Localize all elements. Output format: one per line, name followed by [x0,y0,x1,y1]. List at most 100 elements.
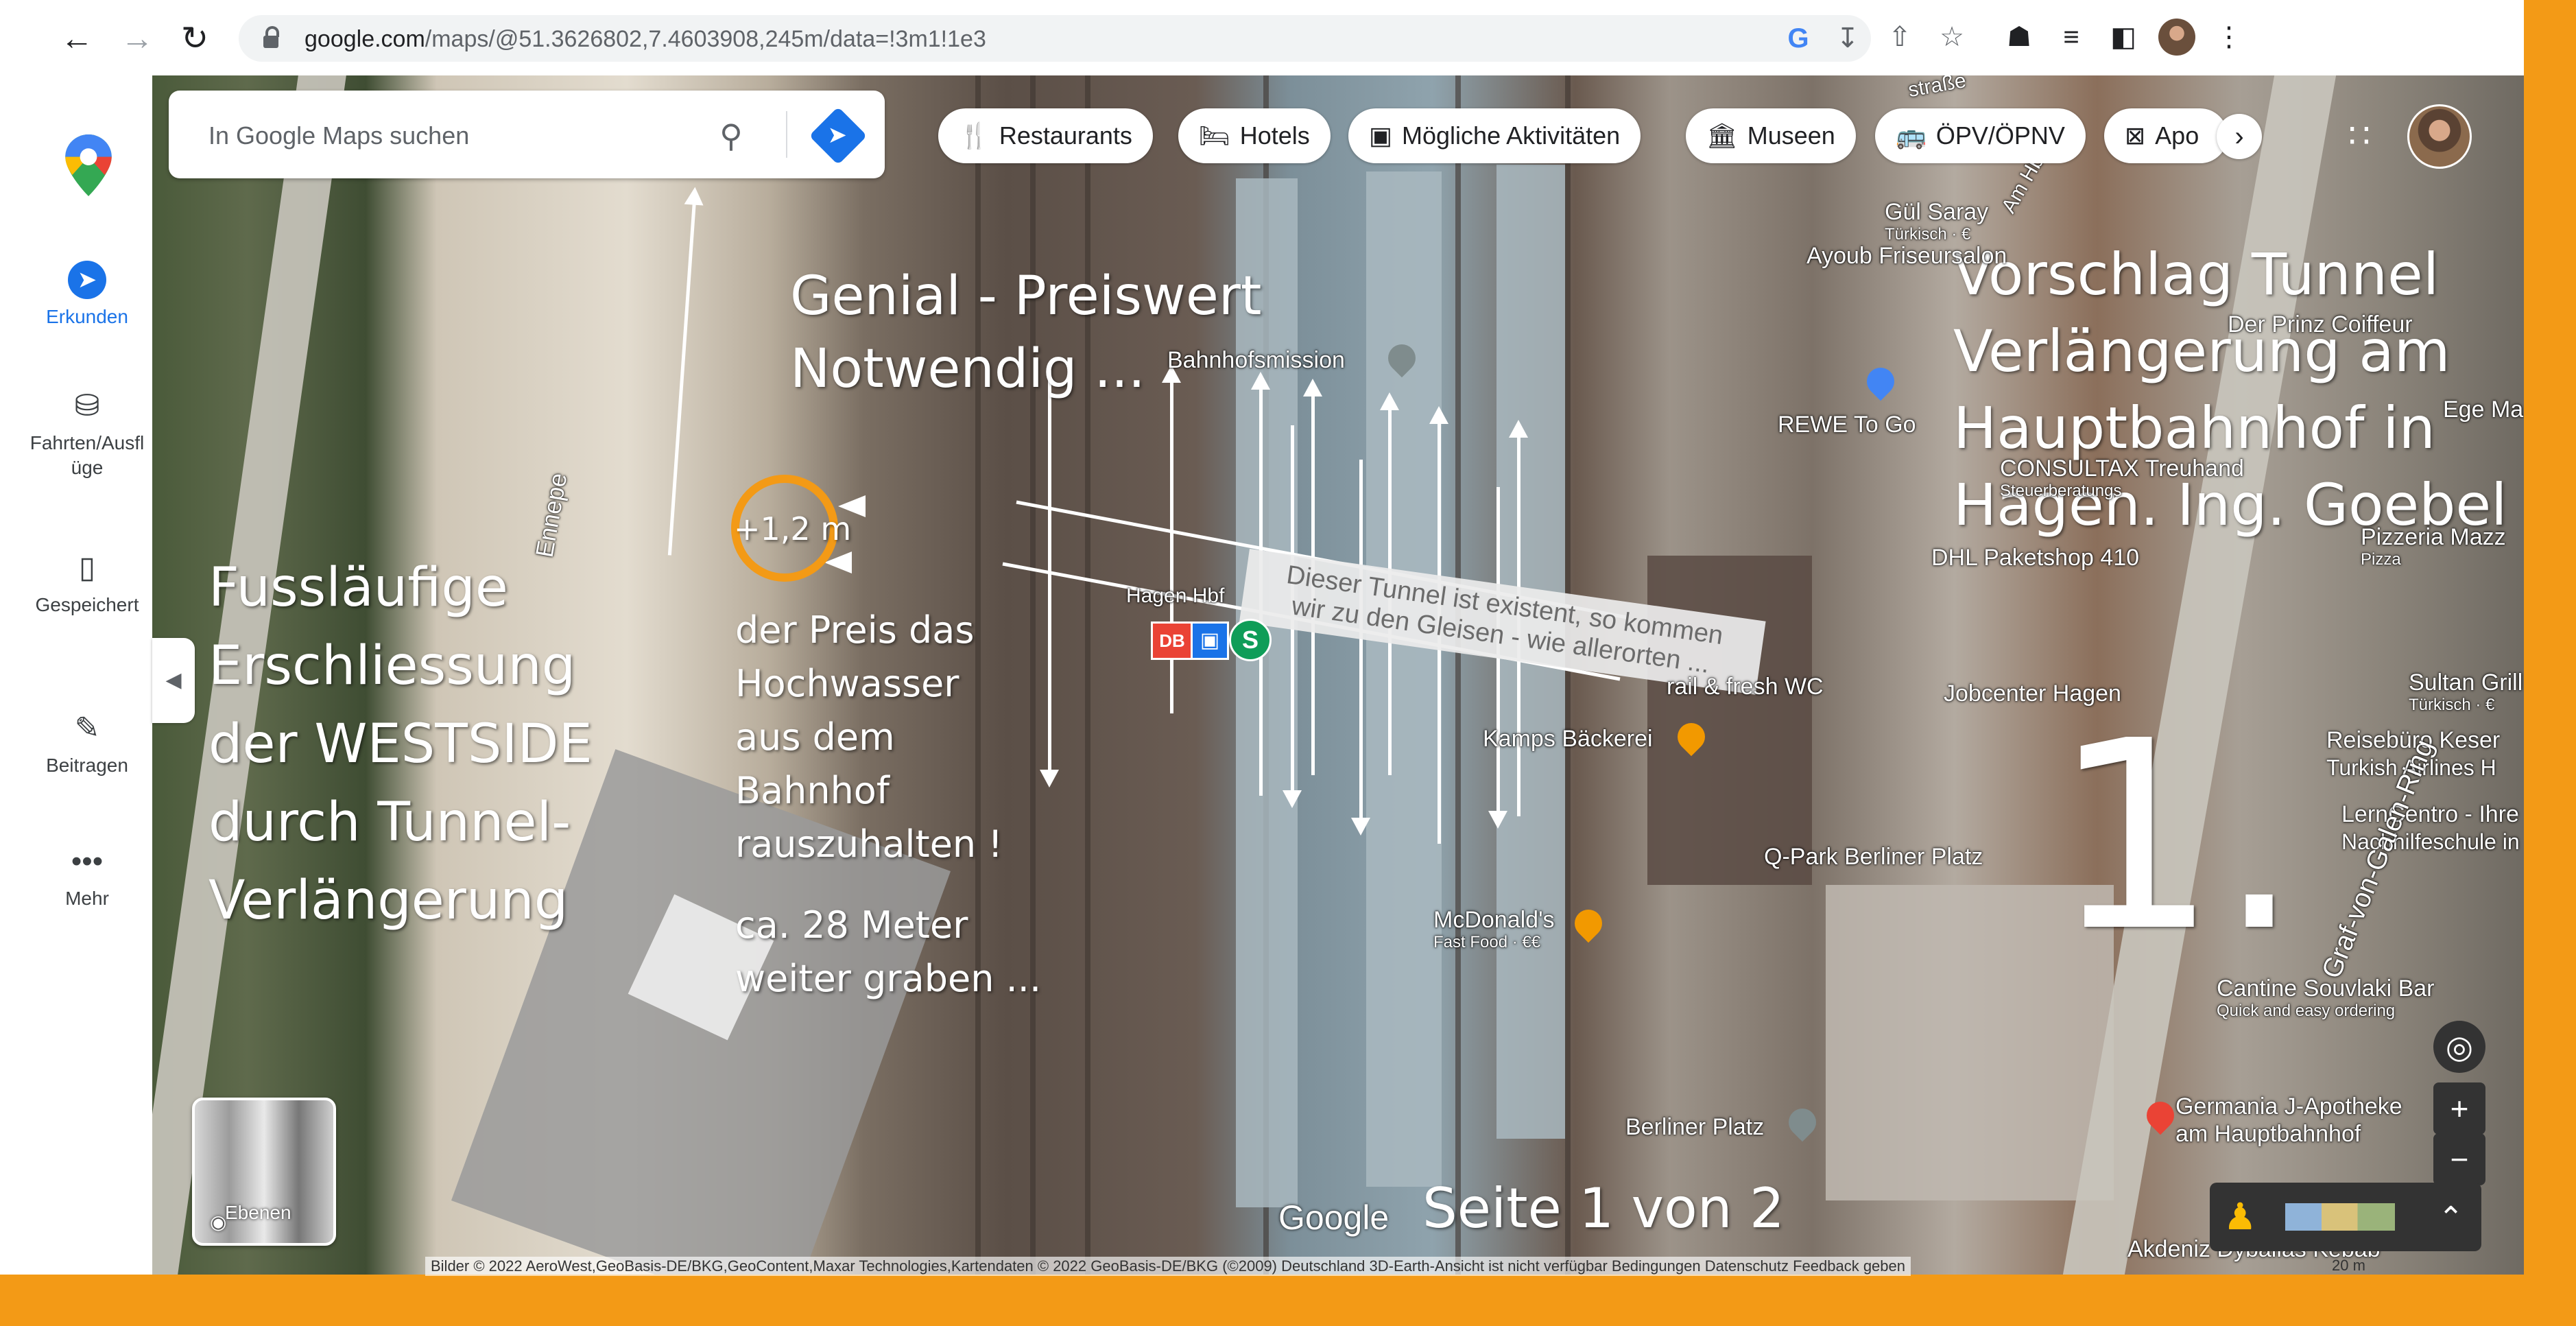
mid-text-line3: aus dem [735,715,895,759]
reload-icon[interactable]: ↻ [176,19,214,58]
layers-label-text: Ebenen [225,1202,291,1223]
place-name: CONSULTAX Treuhand [2000,455,2244,482]
reading-list-icon[interactable]: ≡ [2051,16,2092,58]
left-text-line1: Fussläufige [208,557,508,619]
sidebar-item-label: Gespeichert [35,594,139,615]
map-attribution: Bilder © 2022 AeroWest,GeoBasis-DE/BKG,G… [425,1257,1911,1276]
search-icon[interactable]: ⚲ [712,117,750,155]
back-icon[interactable]: ← [58,19,96,58]
place-label[interactable]: Sultan Grill Türkisch · € [2409,670,2523,714]
place-name: Germania J-Apotheke [2175,1093,2402,1120]
sidebar-item-gespeichert[interactable]: ▯ Gespeichert [22,549,152,617]
chips-next-chevron-icon[interactable]: › [2217,114,2262,159]
right-text-line1: Vorschlag Tunnel [1953,241,2440,308]
imagery-thumbnails[interactable] [2285,1203,2395,1231]
chip-aktivitaeten[interactable]: ▣ Mögliche Aktivitäten [1348,108,1641,163]
compass-icon: ➤ [68,261,106,299]
place-label[interactable]: Hagen Hbf [1126,584,1224,608]
place-label[interactable]: Cantine Souvlaki Bar Quick and easy order… [2217,975,2435,1020]
s-bahn-icon[interactable]: S [1229,619,1272,661]
sidebar-item-label: Beitragen [46,755,128,776]
extensions-icon[interactable]: ☗ [1999,16,2040,58]
chip-oepnv[interactable]: 🚌 ÖPV/ÖPNV [1875,108,2086,163]
place-sub: Türkisch · € [1885,225,1971,244]
chip-label: Mögliche Aktivitäten [1402,121,1621,150]
share-icon[interactable]: ⇧ [1879,16,1920,58]
place-label[interactable]: Q-Park Berliner Platz [1764,844,1983,871]
place-label[interactable]: Kamps Bäckerei [1483,726,1653,753]
account-avatar[interactable] [2407,104,2472,169]
maps-search-box: ⚲ ➤ [169,91,885,178]
search-divider [786,111,787,158]
bookmark-icon: ▯ [78,551,96,584]
address-bar[interactable]: google.com/maps/@51.3626802,7.4603908,24… [239,15,1871,62]
chip-restaurants[interactable]: 🍴 Restaurants [938,108,1153,163]
zoom-out-button[interactable]: − [2433,1133,2485,1185]
lock-icon [263,26,279,48]
maps-sidebar: ➤ Erkunden ⛁ Fahrten/Ausflüge ▯ Gespeich… [22,75,152,1275]
chip-apotheken[interactable]: ⊠ Apo [2104,108,2228,163]
sidebar-item-beitragen[interactable]: ✎ Beitragen [22,709,152,778]
left-text-line2: Erschliessung [208,635,576,697]
place-label[interactable]: Bahnhofsmission [1167,347,1345,374]
pegman-icon[interactable]: ♟ [2223,1195,2256,1239]
star-icon[interactable]: ☆ [1931,16,1972,58]
headline-line2: Notwendig ... [790,338,1145,400]
place-label[interactable]: Pizzeria Mazz Pizza [2361,524,2506,569]
place-label[interactable]: Ayoub Friseursalon [1806,243,2007,270]
sidebar-item-mehr[interactable]: ••• Mehr [22,842,152,911]
place-label[interactable]: Der Prinz Coiffeur [2228,311,2413,338]
sidebar-item-label: Erkunden [46,306,128,327]
profile-avatar-icon[interactable] [2156,16,2197,58]
search-input[interactable] [207,118,649,154]
place-label[interactable]: Germania J-Apotheke am Hauptbahnhof [2175,1093,2402,1148]
place-label[interactable]: rail & fresh WC [1667,674,1824,700]
collapse-panel-button[interactable]: ◀ [152,638,195,723]
browser-toolbar: ← → ↻ google.com/maps/@51.3626802,7.4603… [22,0,2524,76]
mid-text-line1: der Preis das [735,608,975,652]
place-label[interactable]: McDonald's Fast Food · €€ [1433,907,1555,951]
more-icon: ••• [71,844,104,878]
mid-text-line5: rauszuhalten ! [735,822,1003,866]
google-maps-logo-icon[interactable] [64,134,112,196]
install-icon[interactable]: ↧ [1827,18,1868,59]
height-label: +1,2 m [734,510,852,547]
url-host: google.com [305,26,425,52]
place-sub: Pizza [2361,550,2401,569]
sidebar-item-erkunden[interactable]: ➤ Erkunden [22,261,152,329]
expand-chevron-icon[interactable]: ⌃ [2438,1200,2464,1235]
forward-icon[interactable]: → [118,19,156,58]
orange-frame-bottom [0,1275,2576,1326]
sidebar-item-fahrten[interactable]: ⛁ Fahrten/Ausflüge [22,387,152,480]
place-label[interactable]: Jobcenter Hagen [1944,680,2121,707]
place-name: Gül Saray [1885,199,1989,225]
zoom-in-button[interactable]: + [2433,1082,2485,1135]
place-name: Pizzeria Mazz [2361,524,2506,550]
menu-kebab-icon[interactable]: ⋮ [2208,16,2250,58]
chip-hotels[interactable]: 🛏 Hotels [1178,108,1331,163]
my-location-icon[interactable]: ◎ [2433,1021,2485,1073]
google-g-icon[interactable]: G [1778,18,1819,59]
place-label[interactable]: Gül Saray Türkisch · € [1885,199,1988,244]
place-label[interactable]: Berliner Platz [1625,1114,1764,1141]
camera-icon: ▣ [1369,121,1393,150]
side-panel-icon[interactable]: ◧ [2103,16,2144,58]
left-text-line4: durch Tunnel- [208,792,571,853]
db-icon[interactable]: DB [1151,621,1193,660]
place-name: LernCentro - Ihre [2341,801,2519,827]
bus-icon[interactable]: ▣ [1191,621,1229,660]
layers-button[interactable]: ◉ Ebenen [192,1098,336,1246]
place-label[interactable]: DHL Paketshop 410 [1931,545,2139,571]
apps-grid-icon[interactable]: ∷ [2340,117,2378,155]
place-label[interactable]: REWE To Go [1778,412,1916,438]
place-label[interactable]: CONSULTAX Treuhand Steuerberatungs [2000,455,2244,500]
museum-icon: 🏛 [1706,121,1738,150]
place-sub: Türkisch · € [2409,696,2495,714]
place-label[interactable]: Ege Ma [2443,396,2523,423]
chip-museen[interactable]: 🏛 Museen [1686,108,1856,163]
satellite-map[interactable]: Genial - Preiswert Notwendig ... Fussläu… [152,75,2524,1275]
directions-icon[interactable]: ➤ [809,106,868,165]
sidebar-item-label: Mehr [65,888,109,909]
chip-label: Hotels [1239,121,1310,150]
hotel-icon: 🛏 [1199,121,1230,150]
